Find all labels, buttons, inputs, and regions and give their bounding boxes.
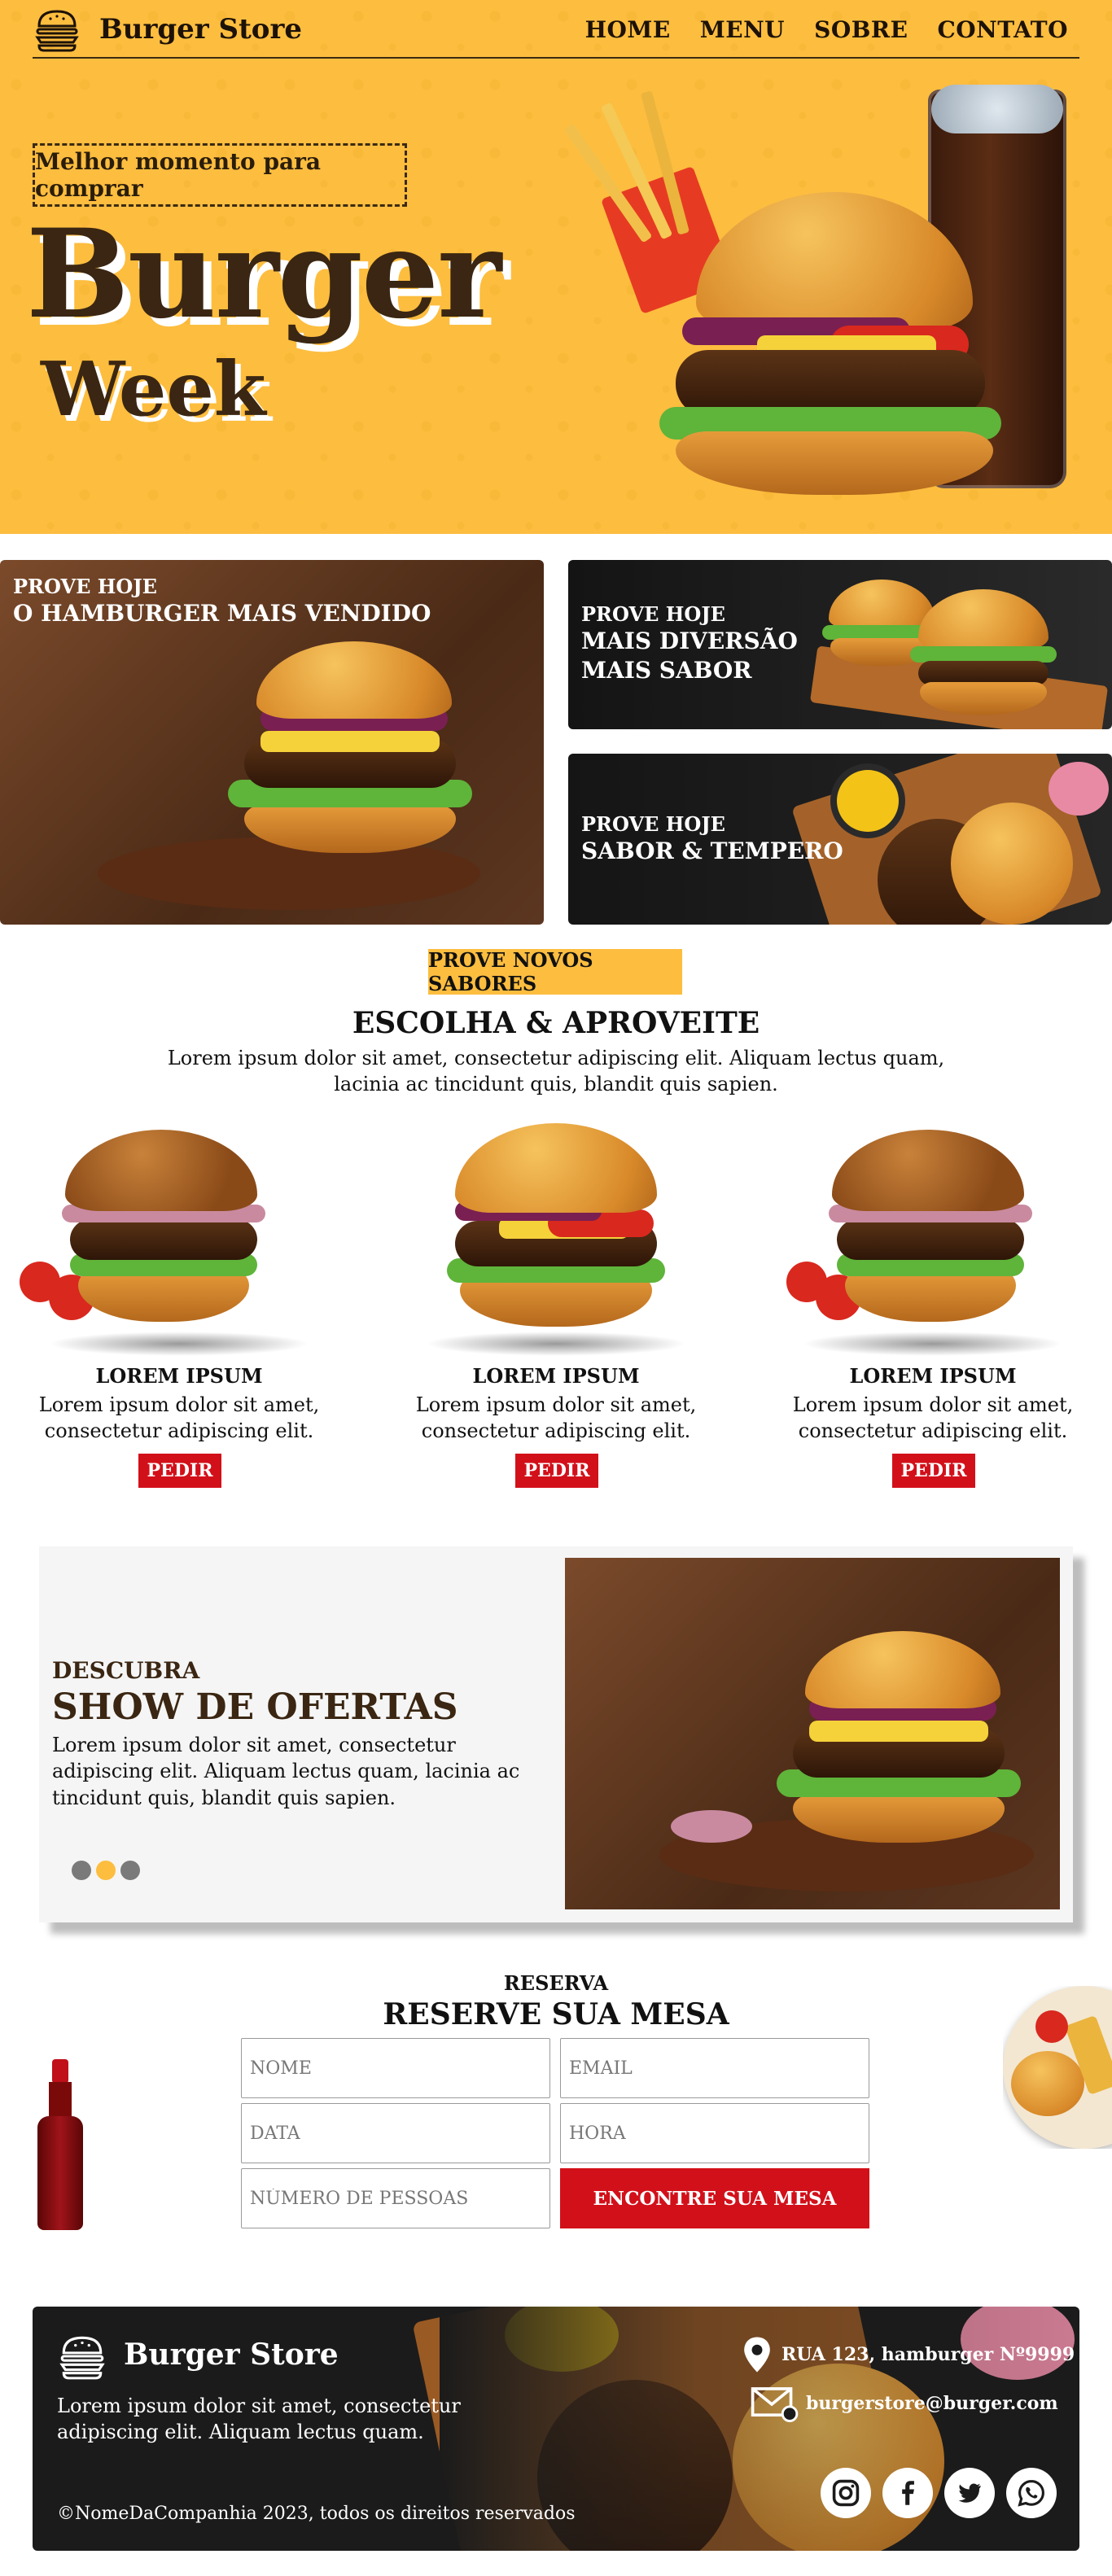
find-table-button[interactable]: ENCONTRE SUA MESA xyxy=(560,2168,869,2228)
nav-sobre[interactable]: SOBRE xyxy=(814,16,908,43)
product-card: LOREM IPSUM Lorem ipsum dolor sit amet, … xyxy=(377,1115,735,1498)
nav-home[interactable]: HOME xyxy=(585,16,671,43)
footer-address: RUA 123, hamburger Nº9999 xyxy=(781,2344,1075,2365)
promo-kicker: PROVE HOJE xyxy=(581,602,725,626)
section-title: ESCOLHA & APROVEITE xyxy=(352,1006,760,1040)
footer-description: Lorem ipsum dolor sit amet, consectetur … xyxy=(57,2394,461,2444)
footer-burger-logo-icon[interactable] xyxy=(57,2331,107,2381)
offers-banner: DESCUBRA SHOW DE OFERTAS Lorem ipsum dol… xyxy=(39,1546,1073,1922)
product-name: LOREM IPSUM xyxy=(849,1364,1017,1388)
location-pin-icon xyxy=(744,2337,770,2373)
promo-title-line1: MAIS DIVERSÃO xyxy=(581,628,798,654)
carousel-dots xyxy=(72,1861,140,1880)
burger-logo-icon[interactable] xyxy=(33,5,81,54)
offers-burger-image xyxy=(565,1558,1060,1909)
order-button[interactable]: PEDIR xyxy=(138,1454,221,1488)
footer-copyright: ©NomeDaCompanhia 2023, todos os direitos… xyxy=(57,2504,576,2524)
email-icon xyxy=(751,2387,799,2422)
hero-banner: Burger Store HOME MENU SOBRE CONTATO Mel… xyxy=(0,0,1112,534)
hero-title-week: Week xyxy=(41,345,266,433)
order-button[interactable]: PEDIR xyxy=(892,1454,975,1488)
product-card: LOREM IPSUM Lorem ipsum dolor sit amet, … xyxy=(754,1115,1112,1498)
product-name: LOREM IPSUM xyxy=(95,1364,263,1388)
top-navigation: Burger Store HOME MENU SOBRE CONTATO xyxy=(33,0,1079,59)
nav-menu[interactable]: MENU xyxy=(700,16,785,43)
hero-burger-image xyxy=(554,81,1075,505)
main-menu: HOME MENU SOBRE CONTATO xyxy=(585,16,1068,43)
nav-contato[interactable]: CONTATO xyxy=(938,16,1069,43)
hero-badge: Melhor momento para comprar xyxy=(33,143,407,207)
promo-title: SABOR & TEMPERO xyxy=(581,838,843,864)
product-name: LOREM IPSUM xyxy=(472,1364,640,1388)
footer-brand-name[interactable]: Burger Store xyxy=(124,2338,339,2372)
offers-description: Lorem ipsum dolor sit amet, consectetur … xyxy=(52,1734,520,1809)
reservation-kicker: RESERVA xyxy=(503,1971,609,1995)
email-field[interactable] xyxy=(560,2038,869,2098)
brand-name[interactable]: Burger Store xyxy=(99,13,302,46)
promo-title: O HAMBURGER MAIS VENDIDO xyxy=(13,600,431,627)
whatsapp-icon[interactable] xyxy=(1006,2468,1057,2518)
reservation-title: RESERVE SUA MESA xyxy=(383,1997,729,2031)
product-card: LOREM IPSUM Lorem ipsum dolor sit amet, … xyxy=(0,1115,358,1498)
offers-title: SHOW DE OFERTAS xyxy=(52,1686,458,1728)
time-field[interactable] xyxy=(560,2103,869,2163)
carousel-dot-2[interactable] xyxy=(96,1861,116,1880)
promo-card-diversao[interactable]: PROVE HOJE MAIS DIVERSÃO MAIS SABOR xyxy=(568,560,1112,729)
carousel-dot-1[interactable] xyxy=(72,1861,91,1880)
product-description: Lorem ipsum dolor sit amet, consectetur … xyxy=(415,1393,697,1443)
footer-email[interactable]: burgerstore@burger.com xyxy=(806,2393,1058,2414)
promo-kicker: PROVE HOJE xyxy=(581,812,725,836)
twitter-icon[interactable] xyxy=(944,2468,995,2518)
people-field[interactable] xyxy=(241,2168,550,2228)
hero-title-burger: Burger xyxy=(26,203,501,346)
product-description: Lorem ipsum dolor sit amet, consectetur … xyxy=(38,1393,320,1443)
order-button[interactable]: PEDIR xyxy=(515,1454,598,1488)
facebook-icon[interactable] xyxy=(882,2468,933,2518)
promo-title-line2: MAIS SABOR xyxy=(581,657,752,684)
footer: Burger Store Lorem ipsum dolor sit amet,… xyxy=(33,2307,1079,2551)
offers-kicker: DESCUBRA xyxy=(52,1657,200,1684)
section-description: Lorem ipsum dolor sit amet, consectetur … xyxy=(167,1047,945,1096)
date-field[interactable] xyxy=(241,2103,550,2163)
promo-card-bestseller[interactable]: PROVE HOJE O HAMBURGER MAIS VENDIDO xyxy=(0,560,544,925)
carousel-dot-3[interactable] xyxy=(120,1861,140,1880)
name-field[interactable] xyxy=(241,2038,550,2098)
section-tag: PROVE NOVOS SABORES xyxy=(428,948,682,995)
promo-kicker: PROVE HOJE xyxy=(13,575,157,598)
product-description: Lorem ipsum dolor sit amet, consectetur … xyxy=(792,1393,1074,1443)
instagram-icon[interactable] xyxy=(821,2468,871,2518)
hot-sauce-bottle xyxy=(37,2059,83,2230)
promo-card-sabor[interactable]: PROVE HOJE SABOR & TEMPERO xyxy=(568,754,1112,925)
